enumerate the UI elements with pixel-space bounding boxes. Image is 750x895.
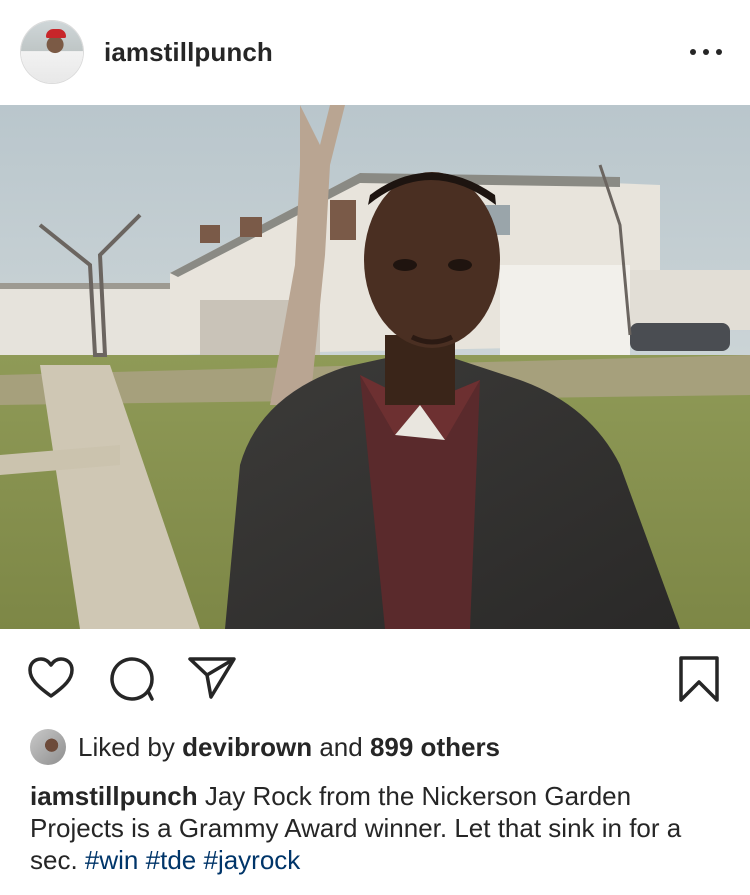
post-username[interactable]: iamstillpunch (104, 37, 273, 68)
likes-conjunction: and (319, 732, 363, 762)
hashtag-tde[interactable]: #tde (146, 845, 197, 875)
liker-username[interactable]: devibrown (182, 732, 312, 762)
hashtag-win[interactable]: #win (85, 845, 138, 875)
more-horizontal-icon[interactable] (688, 40, 724, 64)
liker-avatar[interactable] (30, 729, 66, 765)
post-photo[interactable] (0, 105, 750, 629)
heart-icon[interactable] (27, 656, 75, 700)
post-header: iamstillpunch (0, 0, 750, 105)
likes-count[interactable]: 899 others (370, 732, 500, 762)
caption-username[interactable]: iamstillpunch (30, 781, 198, 811)
comment-icon[interactable] (108, 655, 156, 703)
likes-prefix: Liked by (78, 732, 175, 762)
action-bar (0, 629, 750, 729)
send-icon[interactable] (187, 655, 237, 701)
hashtag-jayrock[interactable]: #jayrock (203, 845, 300, 875)
bookmark-icon[interactable] (678, 655, 720, 703)
post-caption: iamstillpunch Jay Rock from the Nickerso… (30, 780, 720, 876)
likes-row: Liked by devibrown and 899 others (30, 727, 730, 767)
user-avatar[interactable] (21, 21, 83, 83)
likes-text: Liked by devibrown and 899 others (78, 732, 500, 763)
